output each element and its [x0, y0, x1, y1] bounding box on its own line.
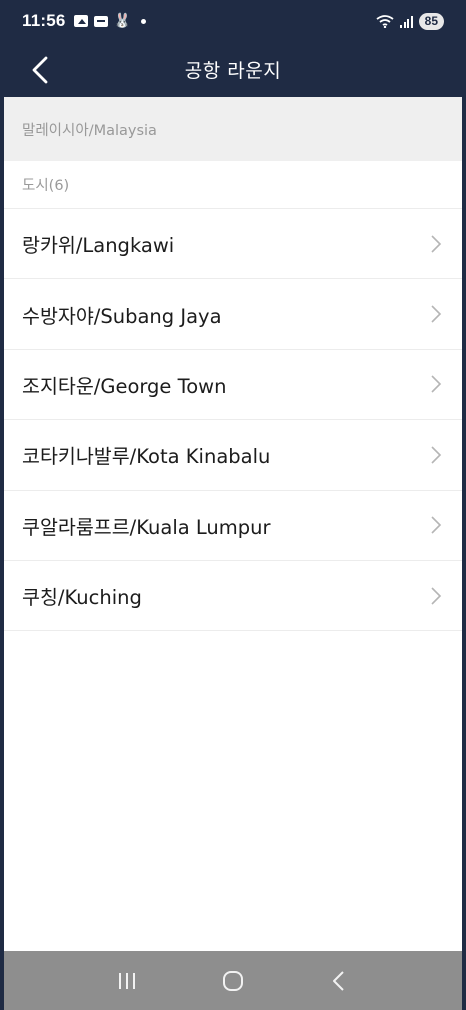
- dot-icon: [140, 18, 146, 24]
- battery-icon: 85: [418, 12, 444, 30]
- chevron-right-icon: [431, 446, 442, 464]
- back-button[interactable]: [20, 50, 60, 90]
- photo-icon: [73, 15, 88, 27]
- recent-apps-button[interactable]: [97, 961, 157, 1001]
- home-icon: [223, 970, 243, 991]
- home-button[interactable]: [203, 961, 263, 1001]
- app-frame: 11:56 🐰 85 공항 라운지 말레이시아/Malaysia 도시(6) 랑…: [0, 0, 466, 1010]
- system-navigation-bar: [4, 951, 462, 1010]
- country-header: 말레이시아/Malaysia: [4, 97, 462, 161]
- city-row-subang-jaya[interactable]: 수방자야/Subang Jaya: [4, 279, 462, 350]
- status-notification-icons: 🐰: [73, 13, 146, 29]
- chevron-right-icon: [431, 587, 442, 605]
- status-system-icons: 85: [376, 12, 444, 30]
- city-label: 코타키나발루/Kota Kinabalu: [22, 445, 271, 469]
- city-row-kota-kinabalu[interactable]: 코타키나발루/Kota Kinabalu: [4, 420, 462, 491]
- chevron-right-icon: [431, 305, 442, 323]
- country-label: 말레이시아/Malaysia: [22, 122, 157, 139]
- back-icon: [333, 970, 344, 991]
- page-title: 공항 라운지: [184, 60, 282, 82]
- status-bar: 11:56 🐰 85: [4, 0, 462, 42]
- city-label: 수방자야/Subang Jaya: [22, 304, 222, 328]
- city-row-kuching[interactable]: 쿠칭/Kuching: [4, 561, 462, 632]
- status-time: 11:56: [22, 11, 66, 30]
- recent-apps-icon: [119, 972, 135, 989]
- chevron-right-icon: [431, 235, 442, 253]
- city-row-kuala-lumpur[interactable]: 쿠알라룸프르/Kuala Lumpur: [4, 491, 462, 561]
- city-list: 랑카위/Langkawi 수방자야/Subang Jaya 조지타운/Georg…: [4, 209, 462, 632]
- city-row-langkawi[interactable]: 랑카위/Langkawi: [4, 209, 462, 280]
- chevron-right-icon: [431, 375, 442, 394]
- chevron-right-icon: [431, 516, 442, 534]
- message-icon: [93, 15, 108, 27]
- wifi-icon: [376, 15, 394, 28]
- app-header: 공항 라운지: [4, 42, 462, 97]
- city-label: 쿠알라룸프르/Kuala Lumpur: [22, 515, 271, 539]
- city-label: 조지타운/George Town: [22, 374, 227, 398]
- city-label: 랑카위/Langkawi: [22, 234, 175, 258]
- city-count-label: 도시(6): [22, 178, 70, 194]
- city-label: 쿠칭/Kuching: [22, 586, 142, 610]
- main-content: 말레이시아/Malaysia 도시(6) 랑카위/Langkawi 수방자야/S…: [4, 97, 462, 951]
- signal-icon: [400, 15, 413, 28]
- chevron-left-icon: [32, 56, 48, 84]
- city-row-george-town[interactable]: 조지타운/George Town: [4, 350, 462, 421]
- bunny-icon: 🐰: [113, 13, 131, 29]
- city-section-label: 도시(6): [4, 161, 462, 209]
- system-back-button[interactable]: [309, 961, 369, 1001]
